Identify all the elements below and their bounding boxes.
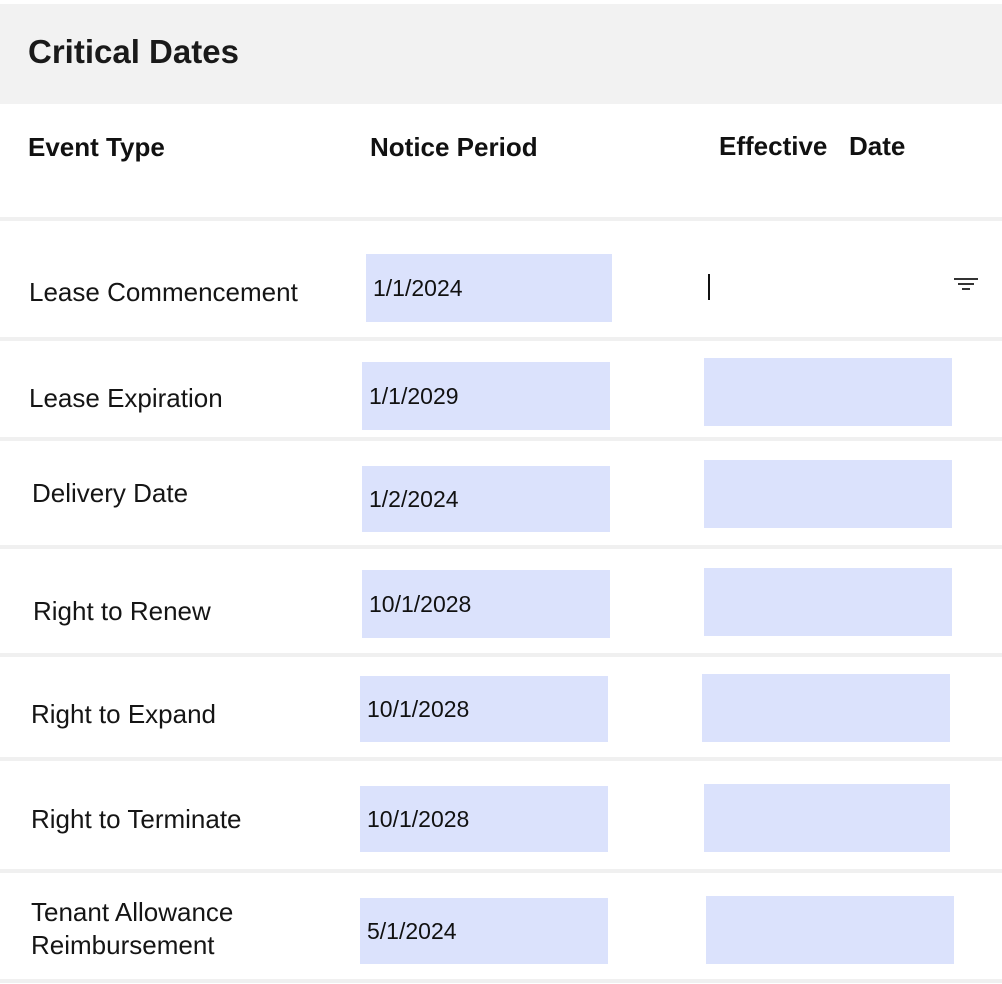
effective-date-input-lease-expiration[interactable] [704,358,952,426]
row-divider [0,979,1002,983]
column-header-effective: Effective [719,131,828,161]
row-divider [0,545,1002,549]
notice-period-input-lease-expiration[interactable] [362,362,610,430]
event-label-lease-commencement: Lease Commencement [29,277,298,307]
column-header-event-type: Event Type [28,132,165,162]
notice-period-input-tenant-allowance-reimbursement[interactable] [360,898,608,964]
row-divider [0,337,1002,341]
column-header-date: Date [849,131,906,161]
effective-date-input-delivery-date[interactable] [704,460,952,528]
notice-period-input-right-to-expand[interactable] [360,676,608,742]
page-title: Critical Dates [28,33,239,70]
effective-date-input-tenant-allowance-reimbursement[interactable] [706,896,954,964]
notice-period-input-delivery-date[interactable] [362,466,610,532]
row-divider [0,757,1002,761]
row-divider [0,217,1002,221]
notice-period-input-right-to-renew[interactable] [362,570,610,638]
event-label-right-to-renew: Right to Renew [33,596,211,626]
text-caret [708,274,710,300]
filter-icon[interactable] [952,276,980,296]
effective-date-input-right-to-renew[interactable] [704,568,952,636]
notice-period-input-right-to-terminate[interactable] [360,786,608,852]
event-label-delivery-date: Delivery Date [32,478,189,508]
effective-date-input-lease-commencement[interactable] [704,256,984,320]
event-label-reimbursement: Reimbursement [31,930,215,960]
effective-date-input-right-to-expand[interactable] [702,674,950,742]
row-divider [0,437,1002,441]
column-header-notice-period: Notice Period [370,132,538,162]
row-divider [0,653,1002,657]
event-label-right-to-terminate: Right to Terminate [31,804,242,834]
event-label-tenant-allowance: Tenant Allowance [31,897,234,927]
row-divider [0,869,1002,873]
effective-date-input-right-to-terminate[interactable] [704,784,950,852]
notice-period-input-lease-commencement[interactable] [366,254,612,322]
event-label-right-to-expand: Right to Expand [31,699,217,729]
event-label-lease-expiration: Lease Expiration [29,383,223,413]
